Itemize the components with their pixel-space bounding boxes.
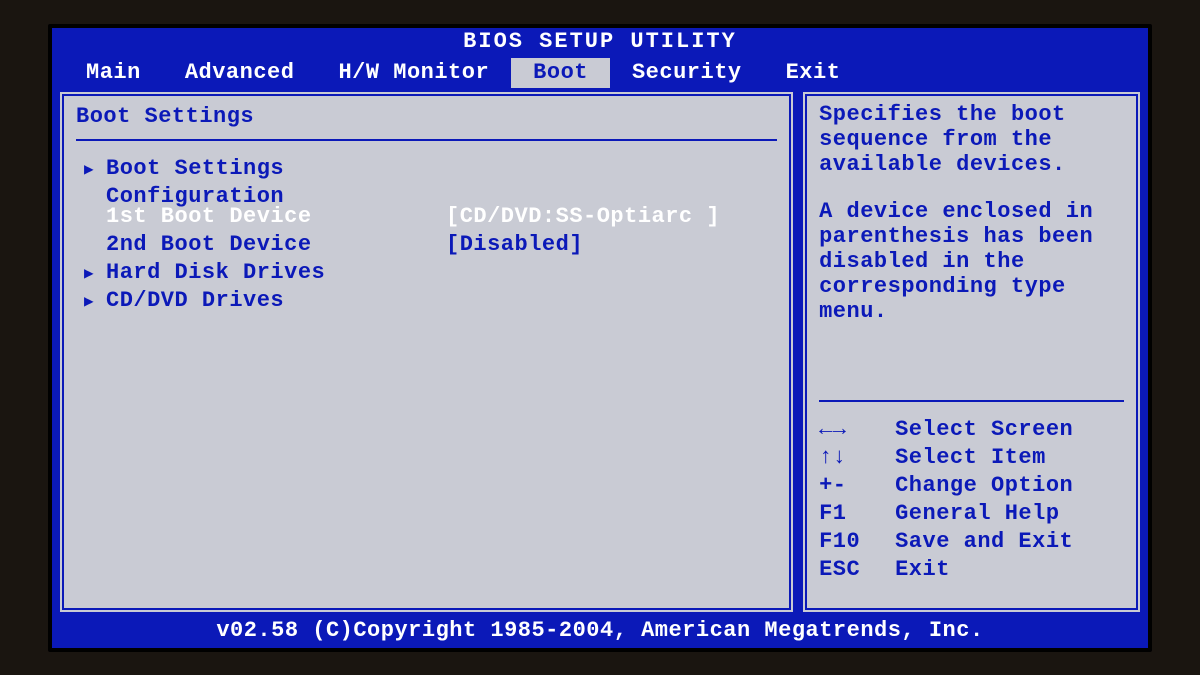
submenu-label: CD/DVD Drives (106, 287, 446, 315)
tab-boot[interactable]: Boot (511, 58, 610, 88)
bios-screen: BIOS SETUP UTILITY Main Advanced H/W Mon… (48, 24, 1152, 652)
key-desc: Save and Exit (895, 528, 1073, 556)
tab-security[interactable]: Security (610, 58, 764, 88)
footer-text: v02.58 (C)Copyright 1985-2004, American … (216, 618, 983, 643)
no-icon (84, 203, 106, 231)
item-1st-boot-device[interactable]: 1st Boot Device [CD/DVD:SS-Optiarc ] (76, 203, 777, 231)
footer-copyright: v02.58 (C)Copyright 1985-2004, American … (52, 616, 1148, 646)
help-text-2: A device enclosed in parenthesis has bee… (819, 199, 1124, 324)
help-panel: Specifies the boot sequence from the ava… (801, 90, 1142, 614)
no-icon (84, 231, 106, 259)
key-select-item: ↑↓ Select Item (819, 444, 1124, 472)
item-label: 2nd Boot Device (106, 231, 446, 259)
submenu-cd-dvd-drives[interactable]: CD/DVD Drives (76, 287, 777, 315)
submenu-hard-disk-drives[interactable]: Hard Disk Drives (76, 259, 777, 287)
title-bar: BIOS SETUP UTILITY (52, 28, 1148, 58)
submenu-label: Boot Settings Configuration (106, 155, 446, 183)
divider (76, 139, 777, 141)
spacer (819, 177, 1124, 199)
key-desc: Select Screen (895, 416, 1073, 444)
key-change-option: +- Change Option (819, 472, 1124, 500)
key-glyph: F1 (819, 500, 895, 528)
item-2nd-boot-device[interactable]: 2nd Boot Device [Disabled] (76, 231, 777, 259)
triangle-right-icon (84, 155, 106, 183)
settings-panel: Boot Settings Boot Settings Configuratio… (58, 90, 795, 614)
item-label: 1st Boot Device (106, 203, 446, 231)
key-desc: General Help (895, 500, 1059, 528)
key-glyph: +- (819, 472, 895, 500)
key-glyph: F10 (819, 528, 895, 556)
key-glyph: ESC (819, 556, 895, 584)
key-exit: ESC Exit (819, 556, 1124, 584)
key-glyph: ←→ (819, 416, 895, 444)
key-legend: ←→ Select Screen ↑↓ Select Item +- Chang… (819, 416, 1124, 584)
workspace: Boot Settings Boot Settings Configuratio… (58, 90, 1142, 614)
key-desc: Select Item (895, 444, 1046, 472)
tab-exit[interactable]: Exit (764, 58, 863, 88)
key-desc: Change Option (895, 472, 1073, 500)
divider (819, 400, 1124, 402)
key-general-help: F1 General Help (819, 500, 1124, 528)
menu-bar: Main Advanced H/W Monitor Boot Security … (52, 58, 1148, 88)
key-save-exit: F10 Save and Exit (819, 528, 1124, 556)
submenu-label: Hard Disk Drives (106, 259, 446, 287)
submenu-boot-settings-configuration[interactable]: Boot Settings Configuration (76, 155, 777, 183)
key-desc: Exit (895, 556, 950, 584)
title-text: BIOS SETUP UTILITY (463, 29, 737, 54)
tab-hw-monitor[interactable]: H/W Monitor (316, 58, 511, 88)
item-value: [CD/DVD:SS-Optiarc ] (446, 203, 720, 231)
triangle-right-icon (84, 259, 106, 287)
key-select-screen: ←→ Select Screen (819, 416, 1124, 444)
key-glyph: ↑↓ (819, 444, 895, 472)
tab-advanced[interactable]: Advanced (163, 58, 317, 88)
triangle-right-icon (84, 287, 106, 315)
section-title: Boot Settings (76, 102, 777, 135)
tab-main[interactable]: Main (64, 58, 163, 88)
item-value: [Disabled] (446, 231, 583, 259)
help-text-1: Specifies the boot sequence from the ava… (819, 102, 1124, 177)
